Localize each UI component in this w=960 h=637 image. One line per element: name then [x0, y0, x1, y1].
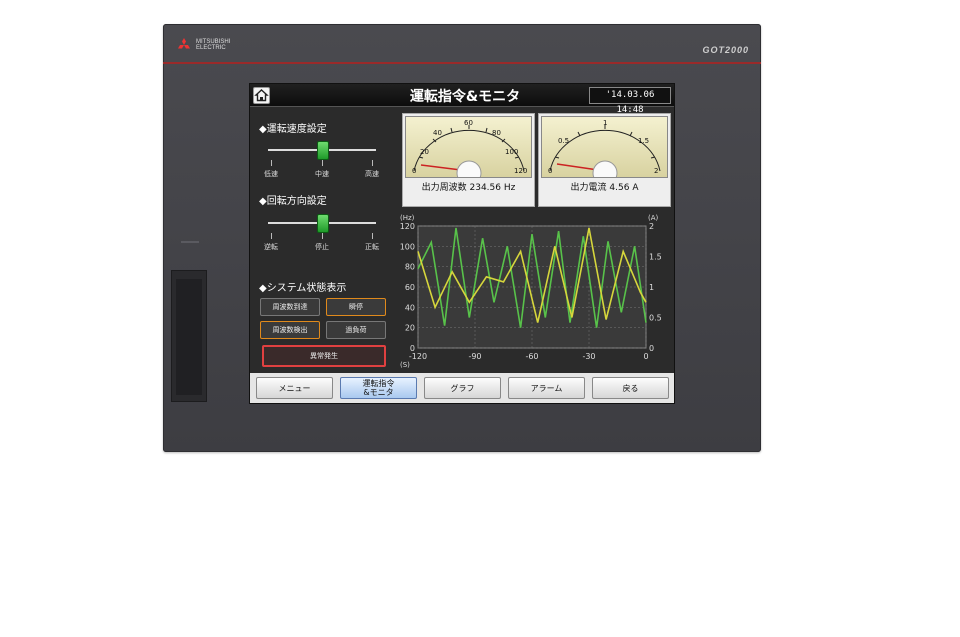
y-right-tick-label: 2 [649, 222, 654, 231]
tab-menu[interactable]: メニュー [256, 377, 333, 399]
tab-alarm[interactable]: アラーム [508, 377, 585, 399]
direction-label-reverse: 逆転 [264, 243, 278, 251]
model-name: GOT2000 [702, 45, 749, 55]
trend-chart: 02040608010012000.511.52-120 -90 -60 -30 0(H… [400, 214, 662, 369]
freq-tick-80: 80 [492, 129, 501, 137]
y-right-tick-label: 1 [649, 283, 654, 292]
current-tick-1: 1 [603, 119, 607, 127]
freq-tick-100: 100 [505, 148, 518, 156]
status-heading: ◆システム状態表示 [259, 283, 347, 294]
y-left-tick-label: 100 [400, 242, 415, 251]
x-tick-label: -120 [409, 352, 427, 361]
current-meter: 0 0.5 1 1.5 2 出力電流 4.56 A [538, 113, 671, 207]
frequency-gauge-icon: 0 20 40 60 80 100 120 [412, 119, 527, 186]
x-tick-label: 0 [643, 352, 648, 361]
tab-back[interactable]: 戻る [592, 377, 669, 399]
speed-setting-heading: ◆運転速度設定 [259, 124, 327, 135]
usb-slot [171, 270, 207, 402]
x-unit-label: (S) [400, 361, 410, 369]
freq-tick-120: 120 [514, 167, 527, 175]
y-right-tick-label: 1.5 [649, 253, 662, 262]
lamp-alarm: 異常発生 [262, 345, 386, 367]
title-bar: 運転指令&モニタ '14.03.06 14:48 [250, 84, 674, 115]
x-tick-label: -90 [468, 352, 481, 361]
speed-label-high: 高速 [365, 170, 379, 178]
freq-tick-0: 0 [412, 167, 416, 175]
current-gauge-icon: 0 0.5 1 1.5 2 [548, 119, 661, 186]
hmi-device: MITSUBISHI ELECTRIC GOT2000 運転指令&モニタ '14.… [163, 24, 761, 452]
left-unit-label: (Hz) [400, 214, 415, 222]
status-led [181, 241, 199, 243]
current-tick-0: 0 [548, 167, 552, 175]
page-title: 運転指令&モニタ [409, 89, 521, 105]
freq-tick-20: 20 [420, 148, 429, 156]
home-icon[interactable] [253, 87, 270, 104]
freq-tick-60: 60 [464, 119, 473, 127]
speed-label-mid: 中速 [315, 170, 329, 178]
current-tick-1-5: 1.5 [638, 137, 649, 145]
date-time: '14.03.06 14:48 [589, 87, 671, 115]
frequency-meter: 0 20 40 60 80 100 120 出力周波数 234.56 Hz [402, 113, 535, 207]
y-left-tick-label: 40 [405, 303, 415, 312]
y-left-tick-label: 80 [405, 263, 415, 272]
direction-setting-heading: ◆回転方向設定 [259, 196, 327, 207]
lamp-momentary-stop: 瞬停 [326, 298, 386, 316]
y-left-tick-label: 120 [400, 222, 415, 231]
frequency-readout: 出力周波数 234.56 Hz [421, 183, 516, 193]
right-unit-label: (A) [648, 214, 659, 222]
current-tick-0-5: 0.5 [558, 137, 569, 145]
x-tick-label: -30 [582, 352, 595, 361]
freq-tick-40: 40 [433, 129, 442, 137]
direction-label-forward: 正転 [365, 243, 379, 251]
x-tick-label: -60 [525, 352, 538, 361]
lamp-overload: 過負荷 [326, 321, 386, 339]
direction-slider-knob[interactable] [317, 214, 329, 233]
tab-bar: メニュー 運転指令 &モニタ グラフ アラーム 戻る [250, 373, 674, 403]
current-tick-2: 2 [654, 167, 658, 175]
y-right-tick-label: 0.5 [649, 314, 662, 323]
touch-screen: 運転指令&モニタ '14.03.06 14:48 ◆運転速度設定 低速 中速 高… [249, 83, 675, 404]
y-left-tick-label: 20 [405, 324, 415, 333]
lamp-freq-detected: 周波数検出 [260, 321, 320, 339]
direction-label-stop: 停止 [315, 243, 329, 251]
speed-slider-knob[interactable] [317, 141, 329, 160]
tab-operation-monitor[interactable]: 運転指令 &モニタ [340, 377, 417, 399]
speed-label-low: 低速 [264, 170, 278, 178]
tab-graph[interactable]: グラフ [424, 377, 501, 399]
lamp-freq-reached: 周波数到達 [260, 298, 320, 316]
y-right-tick-label: 0 [649, 344, 654, 353]
current-readout: 出力電流 4.56 A [570, 183, 639, 193]
y-left-tick-label: 60 [405, 283, 415, 292]
divider [163, 62, 761, 64]
mitsubishi-logo-icon [178, 38, 190, 49]
